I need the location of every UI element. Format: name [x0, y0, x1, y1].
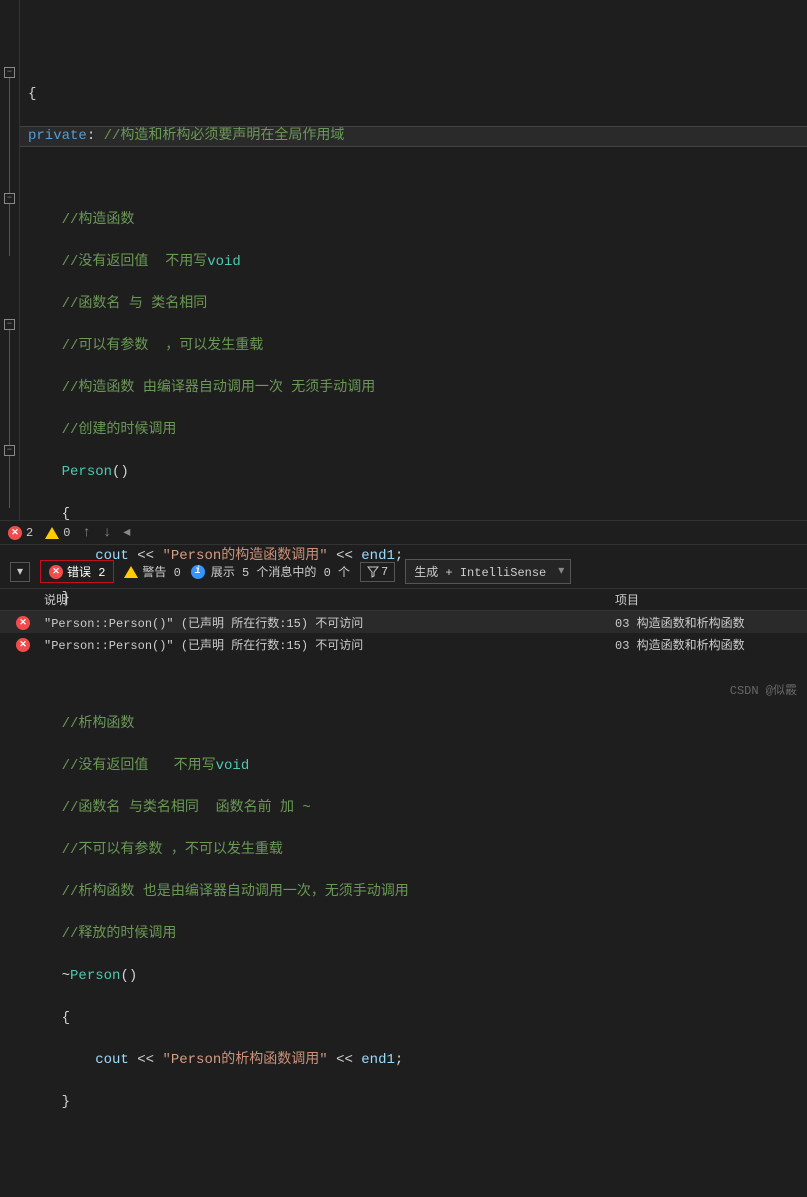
fold-toggle[interactable]: −	[4, 193, 15, 204]
fold-toggle[interactable]: −	[4, 319, 15, 330]
code-editor[interactable]: − − − − { private: //构造和析构必须要声明在全局作用域 //…	[0, 0, 807, 520]
comment: //构造和析构必须要声明在全局作用域	[95, 128, 344, 144]
fold-line	[9, 330, 10, 445]
brace: {	[28, 86, 36, 102]
comment: //构造函数	[62, 212, 135, 228]
comment-type: void	[216, 758, 250, 774]
cout: cout	[95, 1052, 129, 1068]
fold-line	[9, 204, 10, 256]
fold-toggle[interactable]: −	[4, 67, 15, 78]
comment: //函数名 与类名相同 函数名前 加 ~	[62, 800, 311, 816]
comment: //构造函数 由编译器自动调用一次 无须手动调用	[62, 380, 376, 396]
ctor-name: Person	[62, 464, 112, 480]
comment-type: void	[207, 254, 241, 270]
comment: //析构函数	[62, 716, 135, 732]
scope-dropdown[interactable]: ▾	[10, 562, 30, 582]
error-icon: ✕	[8, 526, 22, 540]
code-area[interactable]: { private: //构造和析构必须要声明在全局作用域 //构造函数 //没…	[20, 0, 807, 520]
comment: //不可以有参数 ，不可以发生重载	[62, 842, 283, 858]
comment: //析构函数 也是由编译器自动调用一次，无须手动调用	[62, 884, 409, 900]
comment: //释放的时候调用	[62, 926, 177, 942]
comment: //函数名 与 类名相同	[62, 296, 208, 312]
fold-line	[9, 78, 10, 193]
comment: //创建的时候调用	[62, 422, 177, 438]
comment: //可以有参数 ，可以发生重载	[62, 338, 264, 354]
fold-line	[9, 456, 10, 508]
fold-gutter: − − − −	[0, 0, 20, 520]
keyword-private: private	[28, 128, 87, 144]
comment: //没有返回值 不用写	[62, 254, 208, 270]
dtor-name: Person	[70, 968, 120, 984]
cout: cout	[95, 548, 129, 564]
comment: //没有返回值 不用写	[62, 758, 216, 774]
fold-toggle[interactable]: −	[4, 445, 15, 456]
